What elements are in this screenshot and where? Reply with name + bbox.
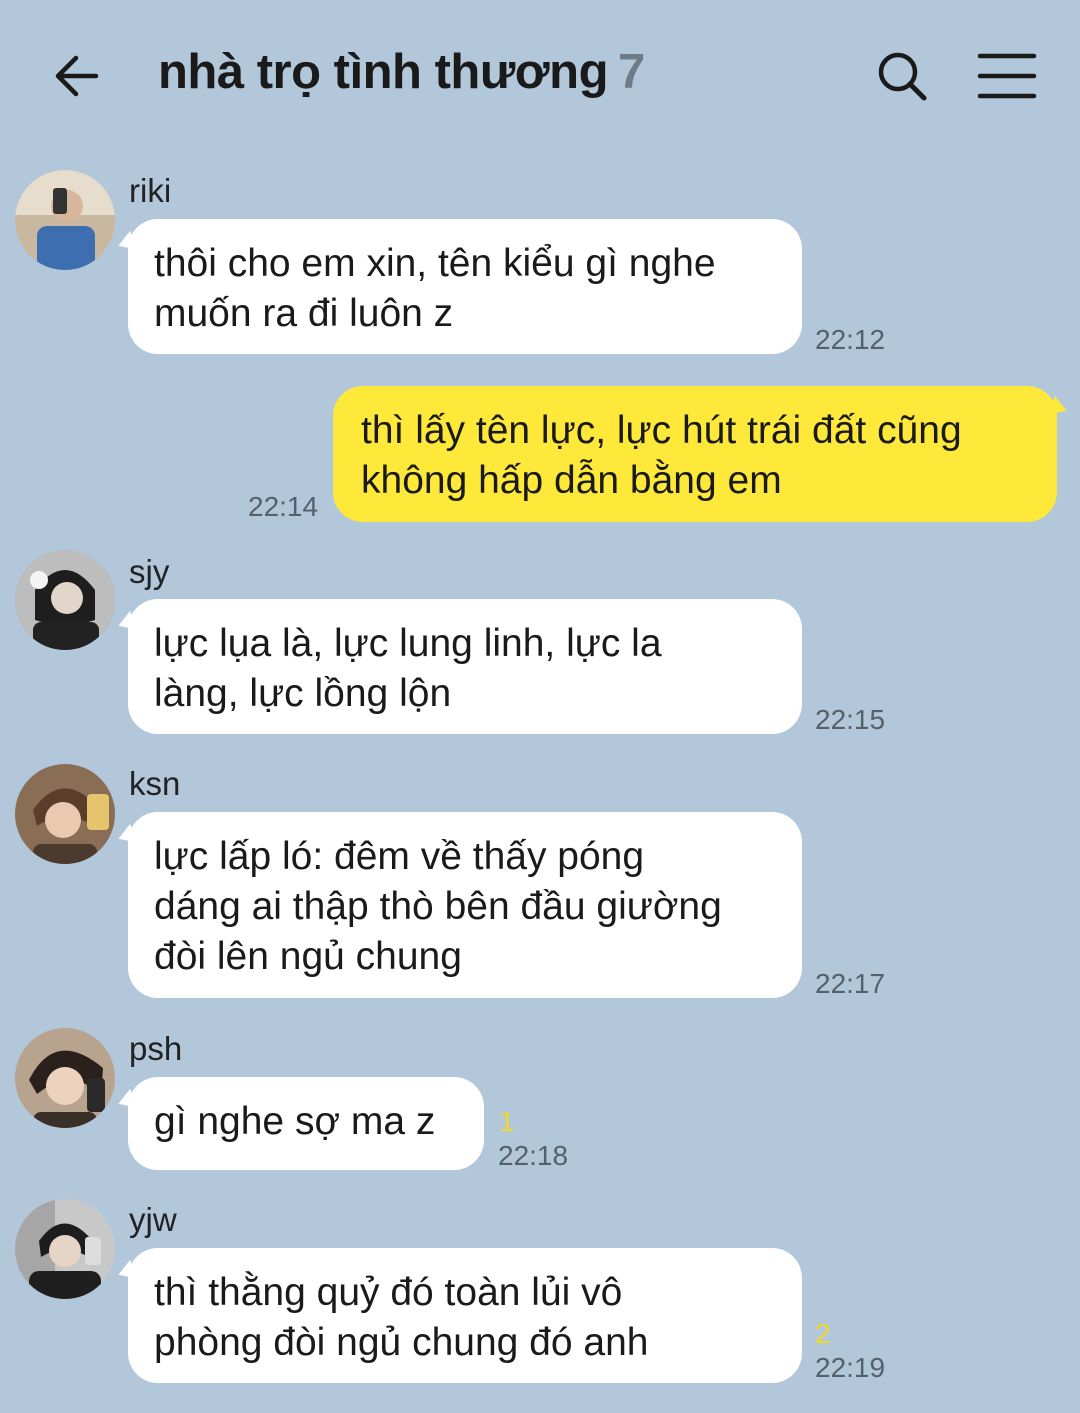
avatar-image [15,550,115,650]
message-time: 22:14 [248,491,319,522]
avatar-image [15,1028,115,1128]
avatar-image [15,170,115,270]
message-bubble[interactable]: lực lấp ló: đêm về thấy póng dáng ai thậ… [128,812,802,998]
message-bubble[interactable]: gì nghe sợ ma z [128,1077,484,1170]
message-time: 22:18 [498,1140,569,1171]
unread-count: 1 [499,1106,515,1137]
search-button[interactable] [872,46,932,106]
sender-name: psh [129,1030,183,1067]
avatar-image [15,1199,115,1299]
sender-name: yjw [129,1201,177,1238]
avatar-sjy[interactable] [15,550,115,650]
avatar-psh[interactable] [15,1028,115,1128]
message-bubble-outgoing[interactable]: thì lấy tên lực, lực hút trái đất cũng k… [333,386,1057,522]
search-icon [878,52,927,101]
message-time: 22:12 [815,324,886,355]
back-button[interactable] [50,48,106,104]
message-time: 22:19 [815,1352,886,1383]
avatar-image [15,764,115,864]
chat-title: nhà trọ tình thương 7 [158,44,645,100]
sender-name: ksn [129,765,181,802]
menu-button[interactable] [976,48,1038,104]
avatar-riki[interactable] [15,170,115,270]
message-time: 22:17 [815,968,886,999]
message-bubble[interactable]: lực lụa là, lực lung linh, lực la làng, … [128,599,802,734]
sender-name: riki [129,172,172,209]
hamburger-menu-icon [977,53,1037,99]
sender-name: sjy [129,553,170,590]
message-bubble[interactable]: thôi cho em xin, tên kiểu gì nghe muốn r… [128,219,802,354]
message-bubble[interactable]: thì thằng quỷ đó toàn lủi vô phòng đòi n… [128,1248,802,1383]
avatar-ksn[interactable] [15,764,115,864]
chat-header: nhà trọ tình thương 7 [0,0,1080,150]
message-time: 22:15 [815,704,886,735]
member-count: 7 [618,45,645,99]
chat-title-text: nhà trọ tình thương [158,45,609,99]
unread-count: 2 [815,1318,831,1349]
avatar-yjw[interactable] [15,1199,115,1299]
arrow-left-icon [55,55,99,97]
